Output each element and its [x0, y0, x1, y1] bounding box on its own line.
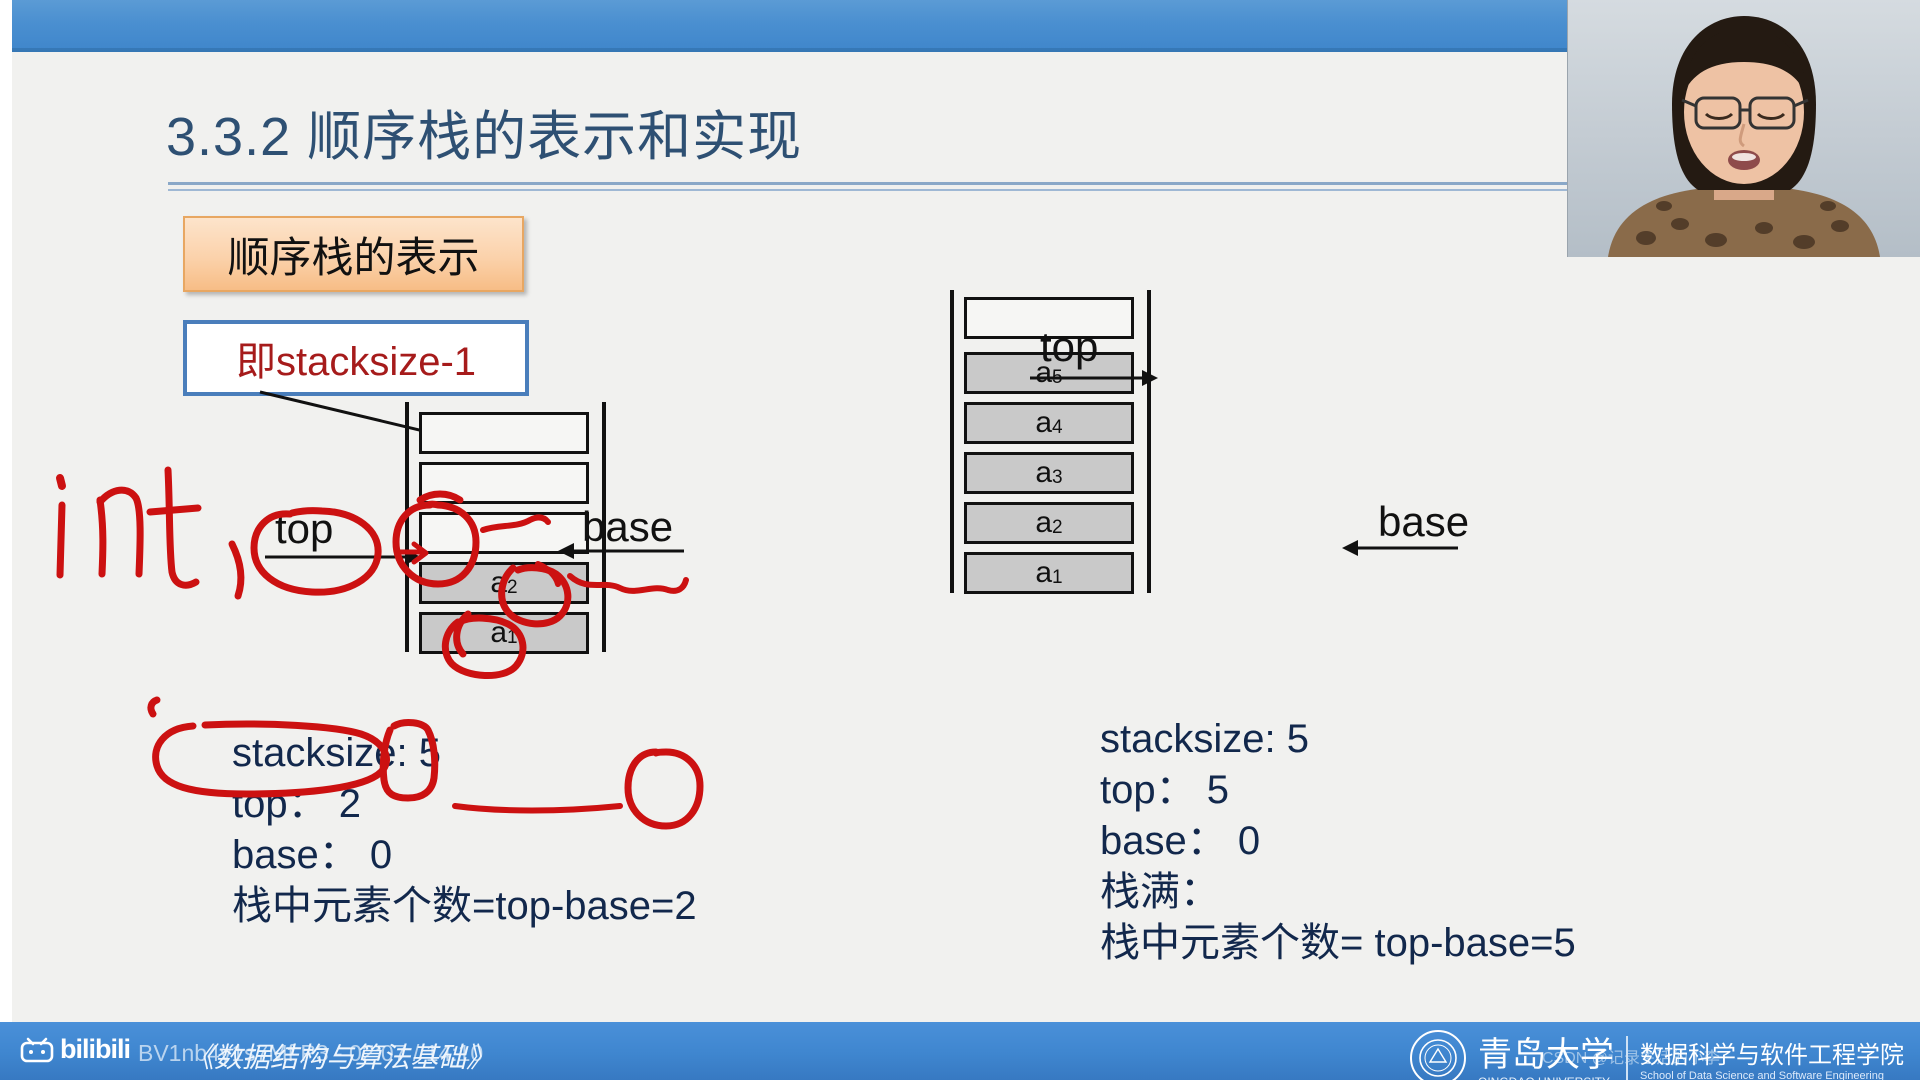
left-stack-rail-left	[405, 402, 409, 652]
university-branding: 青岛大学 QINGDAO UNIVERSITY 数据科学与软件工程学院 Scho…	[1410, 1027, 1904, 1080]
left-summary-line-2: top： 2	[232, 782, 361, 826]
right-stack-rail-right	[1147, 290, 1151, 593]
right-summary-text: stacksize: 5 top： 5 base： 0 栈满： 栈中元素个数= …	[1100, 714, 1576, 969]
right-summary-line-4: 栈满：	[1100, 870, 1220, 914]
right-cell-1-sub: 2	[1052, 517, 1063, 538]
right-stack-diagram: 4 3 2 1 0 a5 a4 a3 a2 a1	[950, 290, 1260, 655]
left-summary-text: stacksize: 5 top： 2 base： 0 栈中元素个数=top-b…	[232, 728, 697, 932]
right-cell-0: a1	[964, 552, 1134, 594]
right-stack-rail-left	[950, 290, 954, 593]
right-summary-line-5: 栈中元素个数= top-base=5	[1100, 921, 1576, 965]
school-name-cn: 数据科学与软件工程学院	[1640, 1041, 1904, 1069]
bilibili-logo[interactable]: bilibili	[20, 1034, 131, 1065]
left-top-arrow	[265, 549, 421, 565]
left-summary-line-1: stacksize: 5	[232, 731, 441, 775]
right-cell-3-sub: 4	[1052, 417, 1063, 438]
page-title: 3.3.2 顺序栈的表示和实现	[166, 107, 803, 167]
right-cell-0-value: a	[1035, 556, 1053, 589]
school-name-en: School of Data Science and Software Engi…	[1640, 1069, 1884, 1080]
course-title: 《数据结构与算法基础》	[186, 1043, 495, 1074]
right-base-arrow	[1342, 540, 1458, 556]
right-summary-line-3: base： 0	[1100, 819, 1261, 863]
presenter-video	[1568, 0, 1920, 257]
left-cell-4	[419, 412, 589, 454]
right-cell-1: a2	[964, 502, 1134, 544]
left-cell-1-sub: 2	[507, 577, 518, 598]
left-cell-1: a2	[419, 562, 589, 604]
right-cell-2-sub: 3	[1052, 467, 1063, 488]
right-top-label: top	[1040, 323, 1099, 370]
left-cell-0-value: a	[490, 616, 508, 649]
university-names: 青岛大学 QINGDAO UNIVERSITY	[1478, 1027, 1614, 1080]
right-top-arrow	[1030, 370, 1158, 386]
footer-divider	[1626, 1036, 1628, 1080]
left-cell-1-value: a	[490, 566, 508, 599]
left-summary-line-3: base： 0	[232, 833, 393, 877]
left-cell-3	[419, 462, 589, 504]
right-cell-3: a4	[964, 402, 1134, 444]
left-summary-line-4: 栈中元素个数=top-base=2	[232, 884, 697, 928]
slide-stage: 3.3.2 顺序栈的表示和实现 顺序栈的表示 即stacksize-1 4 3 …	[0, 0, 1920, 1080]
university-name-en: QINGDAO UNIVERSITY	[1478, 1076, 1614, 1080]
bilibili-tv-icon	[20, 1037, 54, 1062]
left-cell-0: a1	[419, 612, 589, 654]
right-cell-0-sub: 1	[1052, 567, 1063, 588]
footer-bar: bilibili BV1nb4y1s7Mf P3 - 02:07 / 14:10…	[0, 1022, 1920, 1080]
left-base-arrow	[558, 543, 684, 559]
university-seal-icon	[1410, 1030, 1466, 1080]
university-name-cn: 青岛大学	[1478, 1037, 1614, 1074]
school-names: 数据科学与软件工程学院 School of Data Science and S…	[1640, 1035, 1904, 1080]
right-cell-3-value: a	[1035, 406, 1053, 439]
right-summary-line-1: stacksize: 5	[1100, 717, 1309, 761]
callout-stacksize-box: 即stacksize-1	[183, 320, 529, 396]
right-summary-line-2: top： 5	[1100, 768, 1229, 812]
right-cell-1-value: a	[1035, 506, 1053, 539]
bilibili-wordmark: bilibili	[60, 1034, 131, 1064]
right-cell-2: a3	[964, 452, 1134, 494]
left-cell-0-sub: 1	[507, 627, 518, 648]
right-cell-2-value: a	[1035, 456, 1053, 489]
section-heading-box: 顺序栈的表示	[183, 216, 524, 292]
webcam-overlay	[1567, 0, 1920, 257]
left-white-stripe	[0, 0, 12, 1040]
